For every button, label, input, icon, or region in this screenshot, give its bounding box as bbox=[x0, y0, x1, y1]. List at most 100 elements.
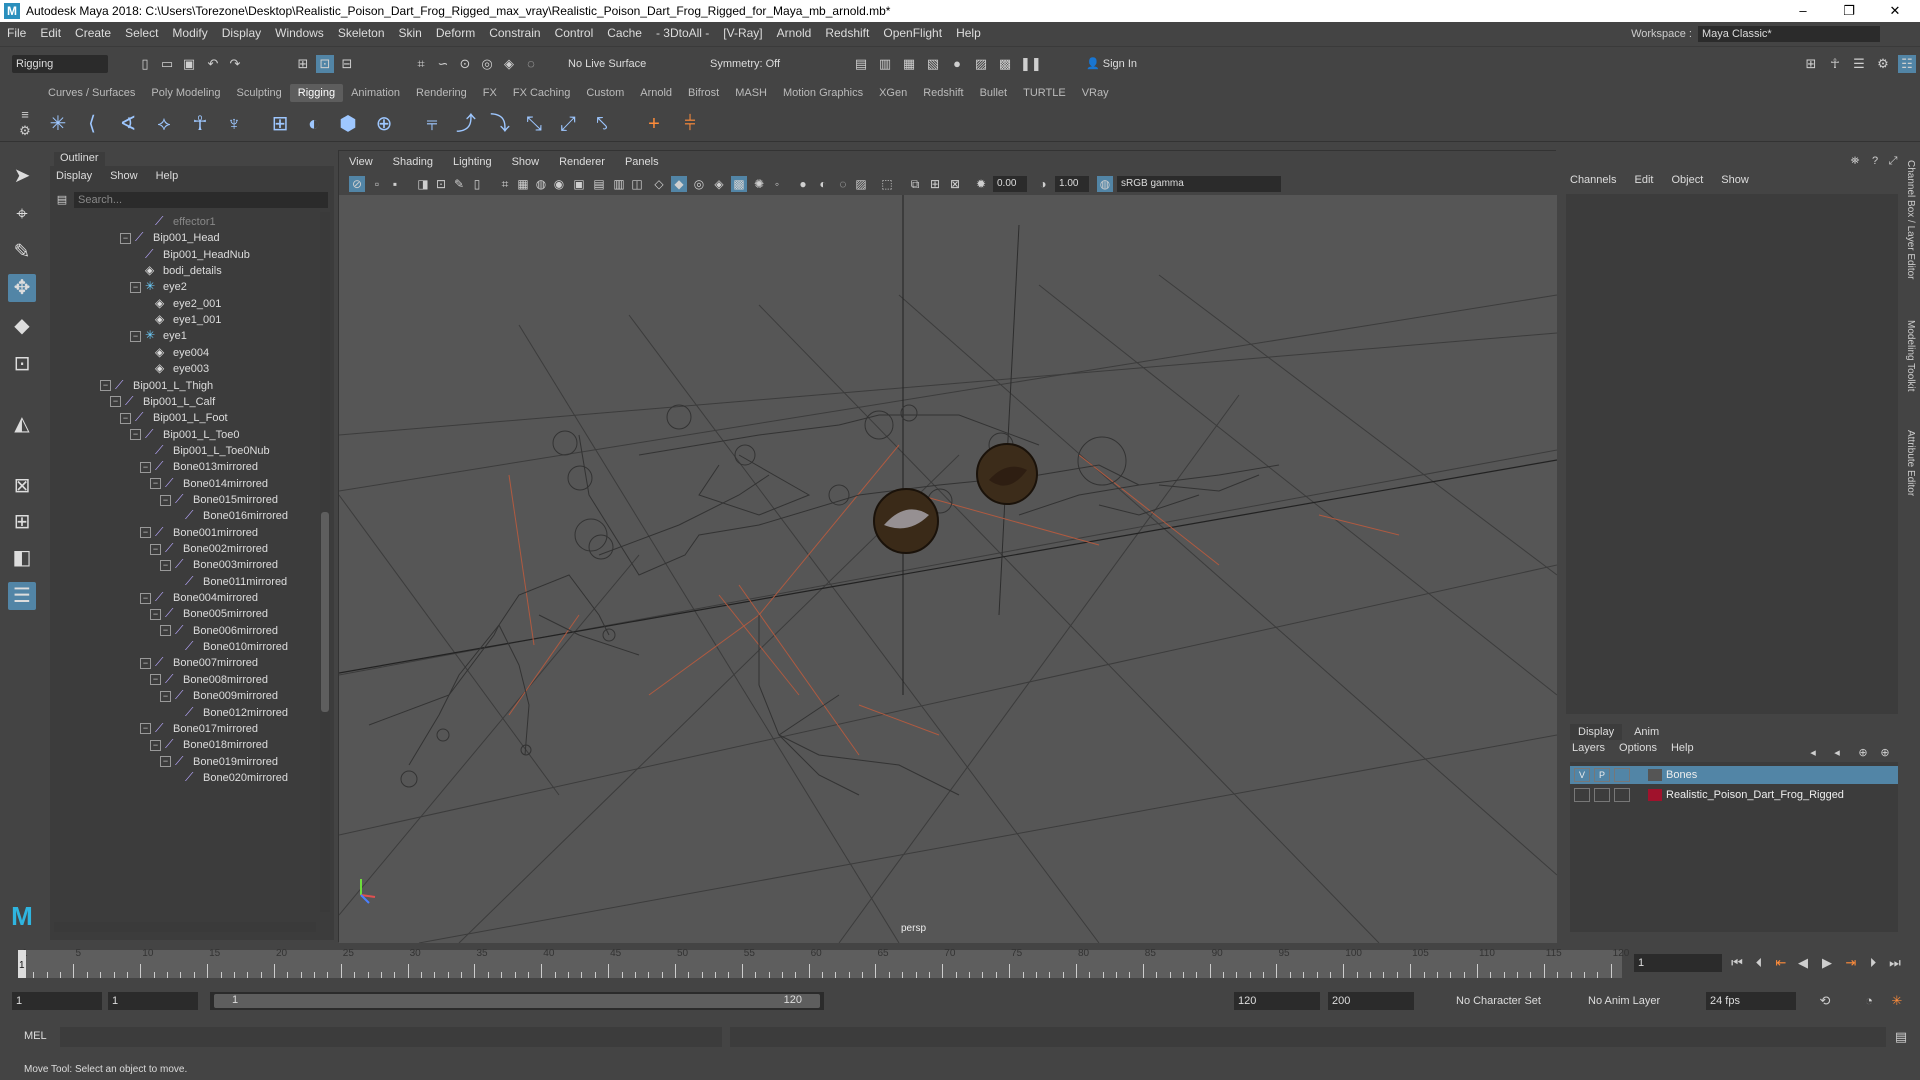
shelf-tab-bullet[interactable]: Bullet bbox=[972, 84, 1016, 102]
shelf-tab-redshift[interactable]: Redshift bbox=[915, 84, 971, 102]
filter-icon[interactable]: ▤ bbox=[54, 192, 70, 208]
menu-set-dropdown[interactable]: Rigging bbox=[12, 55, 108, 73]
shelf-tab-motion-graphics[interactable]: Motion Graphics bbox=[775, 84, 871, 102]
shelf-tab-fx[interactable]: FX bbox=[475, 84, 505, 102]
shelf-tab-animation[interactable]: Animation bbox=[343, 84, 408, 102]
snap-pivot-icon[interactable]: ◌ bbox=[522, 55, 540, 73]
outliner-item[interactable]: − ⟋ Bone018mirrored bbox=[150, 735, 268, 753]
current-time-marker[interactable]: 1 bbox=[18, 950, 26, 978]
render-view-icon[interactable]: ▤ bbox=[852, 55, 870, 73]
layer-tab-anim[interactable]: Anim bbox=[1626, 724, 1667, 740]
outliner-scroll-thumb[interactable] bbox=[321, 512, 329, 712]
display-layer-row[interactable]: V P Bones bbox=[1570, 766, 1898, 784]
layer-menu-help[interactable]: Help bbox=[1671, 742, 1694, 754]
outliner-item[interactable]: ⟋ Bone012mirrored bbox=[170, 703, 288, 721]
snap-point-icon[interactable]: ⊙ bbox=[456, 55, 474, 73]
channel-help-icon[interactable]: ? bbox=[1866, 152, 1884, 170]
paint-select-icon[interactable]: ✎ bbox=[8, 238, 36, 266]
snap-view-icon[interactable]: ◎ bbox=[478, 55, 496, 73]
outliner-item[interactable]: − ⟋ Bone005mirrored bbox=[150, 604, 268, 622]
shelf-tab-xgen[interactable]: XGen bbox=[871, 84, 915, 102]
render-frame-icon[interactable]: ▥ bbox=[876, 55, 894, 73]
menu-arnold[interactable]: Arnold bbox=[770, 26, 819, 40]
outliner-menu-display[interactable]: Display bbox=[56, 170, 92, 182]
xray-active-icon[interactable]: ● bbox=[795, 176, 811, 192]
outliner-item[interactable]: − ⟋ Bone007mirrored bbox=[140, 653, 258, 671]
outliner-item[interactable]: − ⟋ Bip001_L_Toe0 bbox=[130, 425, 239, 443]
side-tab-channel-box-layer-editor[interactable]: Channel Box / Layer Editor bbox=[1905, 160, 1916, 280]
human-ik-skeleton-icon[interactable]: ☥ bbox=[188, 112, 212, 136]
minimize-button[interactable]: – bbox=[1780, 0, 1826, 22]
expand-toggle-icon[interactable]: − bbox=[150, 478, 161, 490]
auto-key-icon[interactable]: ◔ bbox=[1860, 992, 1878, 1010]
expand-toggle-icon[interactable]: − bbox=[150, 674, 161, 686]
menu-redshift[interactable]: Redshift bbox=[818, 26, 876, 40]
outliner-item[interactable]: ◈ eye1_001 bbox=[140, 310, 221, 328]
textured-icon[interactable]: ▤ bbox=[591, 176, 607, 192]
menu-3dtoall[interactable]: - 3DtoAll - bbox=[649, 26, 716, 40]
expand-toggle-icon[interactable]: − bbox=[160, 559, 171, 571]
symmetry-dropdown[interactable]: Symmetry: Off bbox=[706, 55, 802, 73]
snap-grid-icon[interactable]: ⌗ bbox=[412, 55, 430, 73]
new-layer-selected-icon[interactable]: ⊕ bbox=[1876, 744, 1894, 762]
close-button[interactable]: ✕ bbox=[1872, 0, 1918, 22]
viewport-menu-renderer[interactable]: Renderer bbox=[559, 156, 605, 168]
step-forward-key-icon[interactable]: ⏵ bbox=[1864, 954, 1882, 972]
shelf-tab-bifrost[interactable]: Bifrost bbox=[680, 84, 727, 102]
shadows-icon[interactable]: ◫ bbox=[629, 176, 645, 192]
step-forward-frame-icon[interactable]: ⇥ bbox=[1842, 954, 1860, 972]
expand-toggle-icon[interactable]: − bbox=[140, 461, 151, 473]
ik-handle-icon[interactable]: ∢ bbox=[116, 112, 140, 136]
motion-blur-icon[interactable]: ◈ bbox=[711, 176, 727, 192]
backface-icon[interactable]: ▨ bbox=[853, 176, 869, 192]
go-to-end-icon[interactable]: ⏭ bbox=[1886, 954, 1904, 972]
outliner-item[interactable]: − ⟋ Bone003mirrored bbox=[160, 555, 278, 573]
layer-tab-display[interactable]: Display bbox=[1570, 724, 1623, 740]
outliner-item[interactable]: − ⟋ Bone008mirrored bbox=[150, 670, 268, 688]
view-fit-icon[interactable]: ⊞ bbox=[927, 176, 943, 192]
go-to-start-icon[interactable]: ⏮ bbox=[1728, 954, 1746, 972]
outliner-item[interactable]: ⟋ Bone011mirrored bbox=[170, 572, 287, 590]
outliner-item[interactable]: − ⟋ Bone006mirrored bbox=[160, 621, 278, 639]
select-hierarchy-icon[interactable]: ⊞ bbox=[294, 55, 312, 73]
outliner-item[interactable]: ⟋ Bone016mirrored bbox=[170, 506, 288, 524]
gamma-icon[interactable]: ◑ bbox=[1035, 176, 1051, 192]
single-perspective-icon[interactable]: ⊠ bbox=[8, 472, 36, 500]
outliner-item[interactable]: ◈ bodi_details bbox=[130, 261, 222, 279]
scale-constraint-icon[interactable]: ⤡ bbox=[522, 112, 546, 136]
menu-edit[interactable]: Edit bbox=[33, 26, 68, 40]
fps-dropdown[interactable]: 24 fps bbox=[1706, 992, 1796, 1010]
playback-start-field[interactable]: 1 bbox=[108, 992, 198, 1010]
shelf-tab-arnold[interactable]: Arnold bbox=[632, 84, 680, 102]
use-default-material-icon[interactable]: ◉ bbox=[551, 176, 567, 192]
current-frame-field[interactable]: 1 bbox=[1634, 954, 1722, 972]
outliner-item[interactable]: − ✳ eye2 bbox=[130, 277, 187, 295]
outliner-item[interactable]: − ⟋ Bone004mirrored bbox=[140, 588, 258, 606]
gamma-field[interactable]: 1.00 bbox=[1055, 176, 1089, 192]
bind-skin-icon[interactable]: ⊞ bbox=[268, 112, 292, 136]
insert-joint-icon[interactable]: ⟨ bbox=[80, 112, 104, 136]
expand-toggle-icon[interactable]: − bbox=[160, 494, 171, 506]
shelf-tab-custom[interactable]: Custom bbox=[578, 84, 632, 102]
outliner-item[interactable]: − ⟋ Bone019mirrored bbox=[160, 752, 278, 770]
command-input[interactable] bbox=[60, 1027, 722, 1047]
vray-ipr-icon[interactable]: ▩ bbox=[996, 55, 1014, 73]
side-tab-attribute-editor[interactable]: Attribute Editor bbox=[1905, 430, 1916, 496]
open-scene-icon[interactable]: ▭ bbox=[158, 55, 176, 73]
outliner-hscrollbar[interactable] bbox=[54, 922, 316, 932]
expand-toggle-icon[interactable]: − bbox=[120, 232, 131, 244]
outliner-item[interactable]: − ⟋ Bone015mirrored bbox=[160, 490, 278, 508]
menu-modify[interactable]: Modify bbox=[165, 26, 214, 40]
tool-settings-icon[interactable]: ⚙ bbox=[1874, 55, 1892, 73]
create-joints-icon[interactable]: ✳ bbox=[46, 112, 70, 136]
human-ik-icon[interactable]: ☥ bbox=[1826, 55, 1844, 73]
animation-start-field[interactable]: 1 bbox=[12, 992, 102, 1010]
locator-icon[interactable]: + bbox=[642, 112, 666, 136]
wireframe-icon[interactable]: ▦ bbox=[515, 176, 531, 192]
exposure-field[interactable]: 0.00 bbox=[993, 176, 1027, 192]
layer-color-swatch[interactable] bbox=[1648, 789, 1662, 801]
modeling-toolkit-icon[interactable]: ⊞ bbox=[1802, 55, 1820, 73]
menu-file[interactable]: File bbox=[0, 26, 33, 40]
isolate-select-icon[interactable]: ◦ bbox=[769, 176, 785, 192]
display-type-toggle[interactable] bbox=[1614, 788, 1630, 802]
